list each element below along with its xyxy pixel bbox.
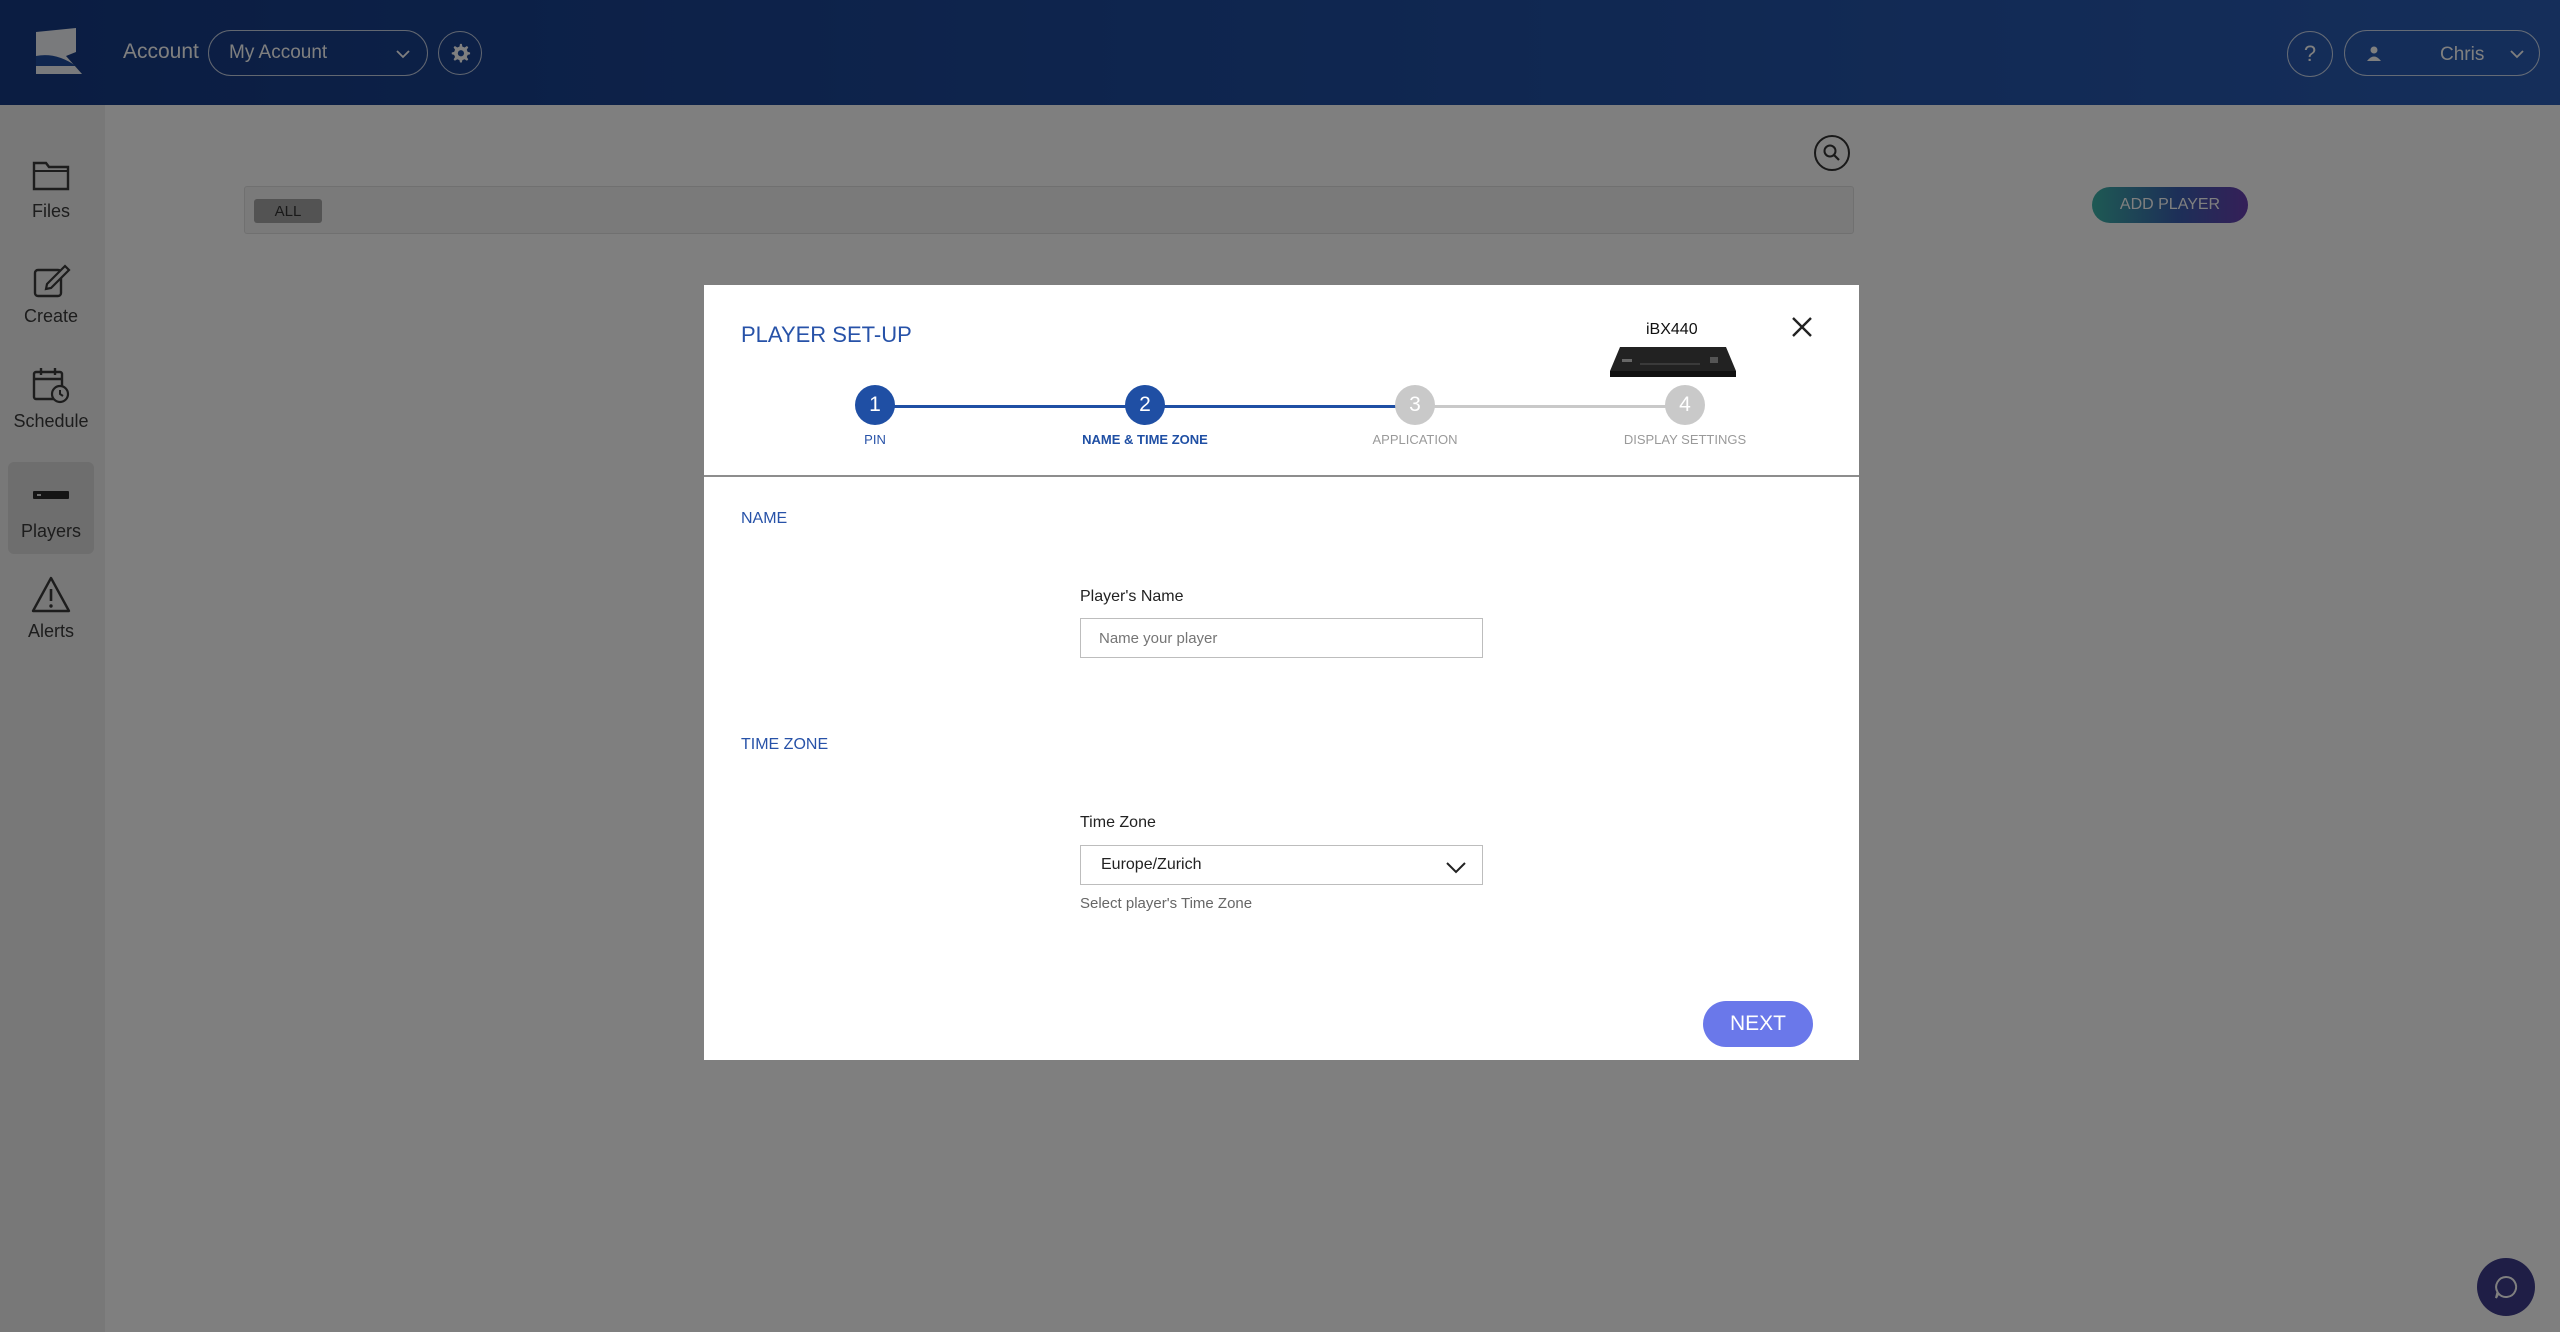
step-1-label: PIN: [864, 432, 886, 447]
step-4-circle: 4: [1665, 385, 1705, 425]
step-connector: [1415, 405, 1685, 408]
step-connector: [875, 405, 1145, 408]
step-4-label: DISPLAY SETTINGS: [1623, 432, 1747, 447]
modal-divider: [704, 475, 1859, 477]
player-name-input[interactable]: [1080, 618, 1483, 658]
step-connector: [1145, 405, 1415, 408]
timezone-hint: Select player's Time Zone: [1080, 895, 1253, 912]
timezone-section-title: TIME ZONE: [741, 736, 829, 753]
step-3-label: APPLICATION: [1372, 432, 1458, 447]
step-1-circle: 1: [855, 385, 895, 425]
player-setup-modal: PLAYER SET-UP iBX440 1 PIN 2 NAME & TIME…: [704, 285, 1859, 1060]
timezone-select[interactable]: Europe/Zurich: [1080, 845, 1483, 885]
step-2-label: NAME & TIME ZONE: [1082, 432, 1208, 447]
modal-title: PLAYER SET-UP: [741, 322, 912, 347]
step-2-circle: 2: [1125, 385, 1165, 425]
player-device-image: [1610, 347, 1736, 377]
timezone-select-value: Europe/Zurich: [1101, 856, 1202, 873]
player-name-label: Player's Name: [1080, 588, 1184, 605]
step-3-circle: 3: [1395, 385, 1435, 425]
close-icon[interactable]: [1790, 315, 1814, 339]
next-button[interactable]: NEXT: [1703, 1001, 1813, 1047]
chevron-down-icon: [1446, 862, 1466, 874]
setup-stepper: 1 PIN 2 NAME & TIME ZONE 3 APPLICATION 4…: [704, 385, 1859, 465]
device-name: iBX440: [1646, 321, 1698, 338]
name-section-title: NAME: [741, 510, 788, 527]
timezone-label: Time Zone: [1080, 814, 1156, 831]
